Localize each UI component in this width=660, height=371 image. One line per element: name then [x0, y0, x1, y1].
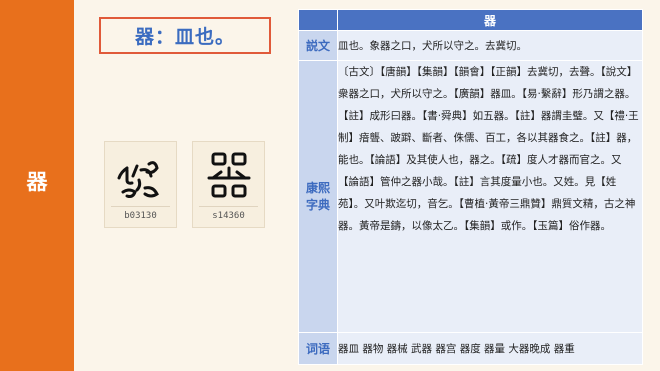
glyph-card-1: b03130 [104, 141, 177, 228]
glyph-card-2: s14360 [192, 141, 265, 228]
table-header-row: 器 [298, 8, 643, 32]
ciyu-label: 词语 [298, 332, 338, 365]
seal-glyph-image [207, 152, 251, 198]
kangxi-label-line1: 康熙 [305, 181, 330, 196]
table-header-character: 器 [337, 8, 643, 32]
shuowen-text: 皿也。象器之口，犬所以守之。去冀切。 [337, 30, 643, 61]
kangxi-text: 〔古文〕【唐韻】【集韻】【韻會】【正韻】去冀切，去聲。【說文】衆器之口，犬所以守… [337, 59, 643, 334]
glyph-id-label: s14360 [212, 211, 245, 221]
glyph-divider [199, 206, 258, 207]
ciyu-row: 词语 器皿 器物 器械 武器 器宫 器度 器量 大器晚成 器重 [298, 332, 643, 365]
glyph-id-label: b03130 [124, 211, 157, 221]
shuowen-row: 説文 皿也。象器之口，犬所以守之。去冀切。 [298, 30, 643, 61]
definition-box: 器：皿也。 [99, 17, 271, 54]
glyph-divider [111, 206, 170, 207]
seal-glyph-image [117, 161, 159, 198]
side-character: 器 [26, 170, 48, 194]
dictionary-table: 器 説文 皿也。象器之口，犬所以守之。去冀切。 康熙 字典 〔古文〕【唐韻】【集… [298, 8, 643, 365]
kangxi-label-line2: 字典 [305, 197, 330, 212]
kangxi-label: 康熙 字典 [298, 59, 338, 334]
shuowen-label: 説文 [298, 30, 338, 61]
table-header-corner [298, 8, 338, 32]
ciyu-text: 器皿 器物 器械 武器 器宫 器度 器量 大器晚成 器重 [337, 332, 643, 365]
kangxi-row: 康熙 字典 〔古文〕【唐韻】【集韻】【韻會】【正韻】去冀切，去聲。【說文】衆器之… [298, 59, 643, 334]
